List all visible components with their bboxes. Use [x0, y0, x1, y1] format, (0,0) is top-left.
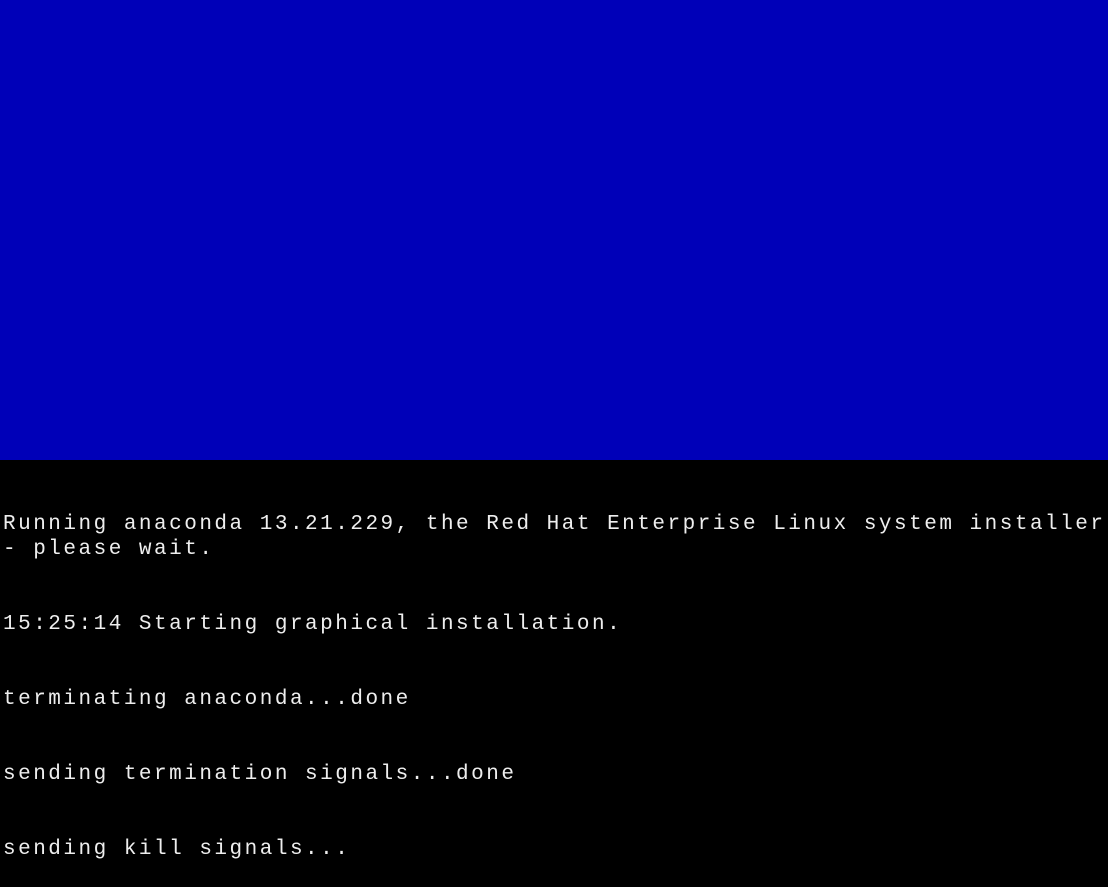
console-line: Running anaconda 13.21.229, the Red Hat …	[3, 512, 1108, 562]
installer-blue-screen	[0, 0, 1108, 460]
console-line: terminating anaconda...done	[3, 687, 1108, 712]
console-output: Running anaconda 13.21.229, the Red Hat …	[0, 460, 1108, 616]
console-line: sending termination signals...done	[3, 762, 1108, 787]
console-line: sending kill signals...	[3, 837, 1108, 862]
